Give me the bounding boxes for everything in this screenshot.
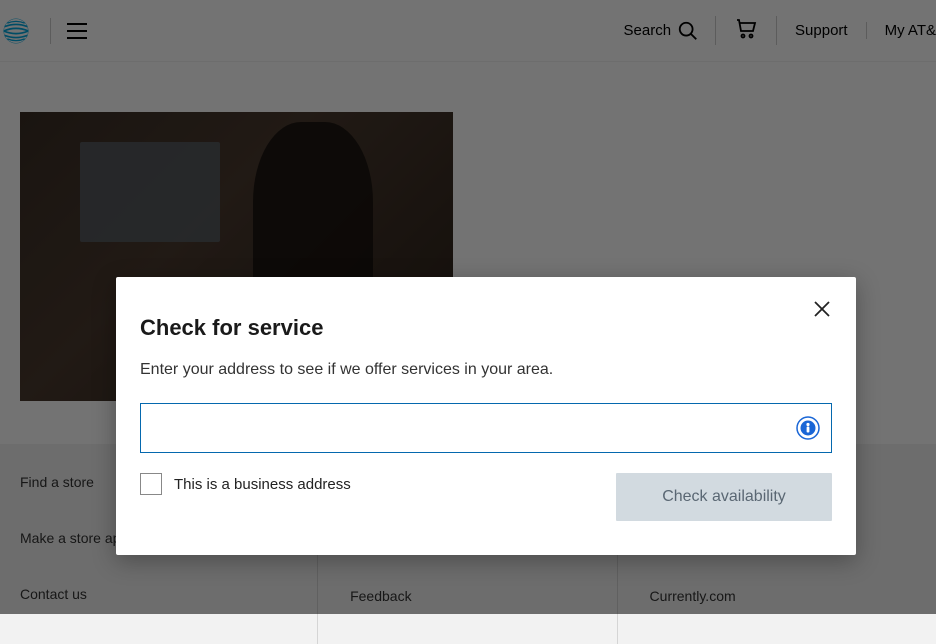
- service-check-modal: Check for service Enter your address to …: [116, 277, 856, 555]
- checkbox-label: This is a business address: [174, 476, 351, 493]
- checkbox-box: [140, 473, 162, 495]
- modal-title: Check for service: [140, 315, 832, 341]
- password-manager-icon[interactable]: [796, 416, 820, 440]
- business-address-checkbox[interactable]: This is a business address: [140, 473, 351, 495]
- modal-subtitle: Enter your address to see if we offer se…: [140, 361, 832, 379]
- close-button[interactable]: [808, 295, 836, 323]
- address-input-wrapper: [140, 403, 832, 453]
- modal-bottom-row: This is a business address Check availab…: [140, 473, 832, 521]
- close-icon: [814, 301, 830, 317]
- check-availability-button[interactable]: Check availability: [616, 473, 832, 521]
- address-input[interactable]: [140, 403, 832, 453]
